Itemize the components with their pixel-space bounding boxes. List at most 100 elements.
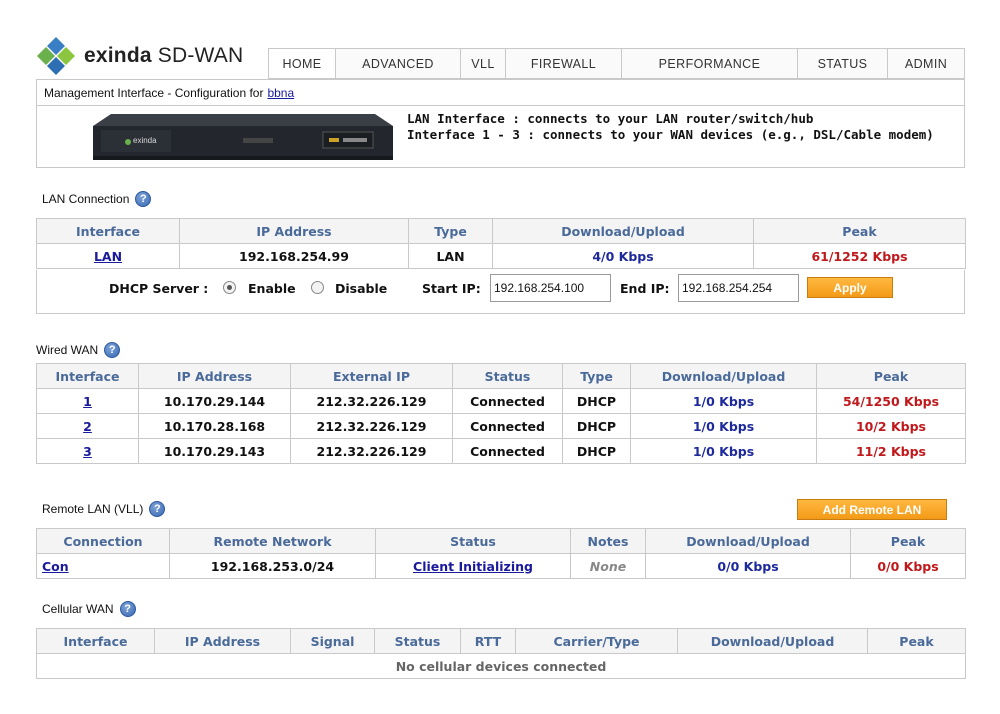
wan-interface-link[interactable]: 2: [83, 419, 92, 434]
end-ip-input[interactable]: [678, 274, 799, 302]
remote-status-link[interactable]: Client Initializing: [413, 559, 533, 574]
wan-type: DHCP: [562, 438, 631, 464]
appliance-badge: exinda: [133, 136, 157, 145]
wan-status: Connected: [452, 413, 563, 439]
tab-performance[interactable]: PERFORMANCE: [622, 49, 798, 78]
remote-notes: None: [570, 553, 646, 579]
wired-wan-table: Interface IP Address External IP Status …: [36, 363, 966, 464]
wired-col-interface: Interface: [36, 363, 139, 389]
lan-ip: 192.168.254.99: [179, 243, 409, 269]
cell-col-signal: Signal: [290, 628, 375, 654]
brand-suffix: SD-WAN: [151, 44, 244, 67]
tab-admin[interactable]: ADMIN: [888, 49, 964, 78]
wan-peak: 54/1250 Kbps: [816, 388, 966, 414]
remote-col-notes: Notes: [570, 528, 646, 554]
cellular-section-title: Cellular WAN ?: [42, 601, 136, 617]
dhcp-enable-radio[interactable]: [223, 281, 236, 294]
cell-col-carrier: Carrier/Type: [515, 628, 678, 654]
dhcp-server-row: DHCP Server : Enable Disable Start IP: E…: [36, 270, 965, 314]
remote-connection-link[interactable]: Con: [42, 559, 69, 574]
wan-interface-link[interactable]: 3: [83, 444, 92, 459]
lan-col-ip: IP Address: [179, 218, 409, 244]
tab-firewall[interactable]: FIREWALL: [506, 49, 622, 78]
lan-interface-link[interactable]: LAN: [94, 249, 122, 264]
wan-rate: 1/0 Kbps: [630, 438, 817, 464]
wan-ip: 10.170.29.143: [138, 438, 291, 464]
start-ip-label: Start IP:: [422, 281, 481, 296]
start-ip-input[interactable]: [490, 274, 611, 302]
cell-col-interface: Interface: [36, 628, 155, 654]
wired-section-title: Wired WAN ?: [36, 342, 121, 358]
wan-external-ip: 212.32.226.129: [290, 388, 453, 414]
cell-col-ip: IP Address: [154, 628, 291, 654]
apply-button[interactable]: Apply: [807, 277, 893, 298]
remote-lan-table: Connection Remote Network Status Notes D…: [36, 528, 966, 579]
table-row: 1 10.170.29.144 212.32.226.129 Connected…: [36, 388, 966, 414]
wired-help-icon[interactable]: ?: [104, 342, 121, 358]
wired-col-ip: IP Address: [138, 363, 291, 389]
wan-rate: 1/0 Kbps: [630, 388, 817, 414]
end-ip-label: End IP:: [620, 281, 670, 296]
remote-title: Remote LAN (VLL): [42, 502, 144, 516]
wired-col-type: Type: [562, 363, 631, 389]
dhcp-disable-radio[interactable]: [311, 281, 324, 294]
wan-description: Interface 1 - 3 : connects to your WAN d…: [407, 127, 934, 142]
wan-peak: 11/2 Kbps: [816, 438, 966, 464]
table-row: No cellular devices connected: [36, 653, 966, 679]
remote-col-status: Status: [375, 528, 571, 554]
cell-col-status: Status: [374, 628, 461, 654]
lan-title: LAN Connection: [42, 192, 130, 206]
table-row: 3 10.170.29.143 212.32.226.129 Connected…: [36, 438, 966, 464]
wan-status: Connected: [452, 388, 563, 414]
management-bar: Management Interface - Configuration for…: [36, 79, 965, 106]
tab-advanced[interactable]: ADVANCED: [336, 49, 461, 78]
cellular-wan-table: Interface IP Address Signal Status RTT C…: [36, 628, 966, 679]
tab-vll[interactable]: VLL: [461, 49, 506, 78]
lan-description: LAN Interface : connects to your LAN rou…: [407, 111, 814, 126]
dhcp-disable-label: Disable: [335, 281, 388, 296]
lan-col-interface: Interface: [36, 218, 180, 244]
wan-external-ip: 212.32.226.129: [290, 413, 453, 439]
cellular-help-icon[interactable]: ?: [119, 601, 136, 617]
wan-ip: 10.170.28.168: [138, 413, 291, 439]
cell-col-rate: Download/Upload: [677, 628, 868, 654]
dhcp-label: DHCP Server :: [109, 281, 209, 296]
remote-help-icon[interactable]: ?: [149, 501, 166, 517]
wan-interface-link[interactable]: 1: [83, 394, 92, 409]
wired-col-rate: Download/Upload: [630, 363, 817, 389]
wan-ip: 10.170.29.144: [138, 388, 291, 414]
cellular-title: Cellular WAN: [42, 602, 114, 616]
table-row: Con 192.168.253.0/24 Client Initializing…: [36, 553, 966, 579]
lan-rate: 4/0 Kbps: [492, 243, 754, 269]
tab-home[interactable]: HOME: [269, 49, 336, 78]
cell-col-peak: Peak: [867, 628, 966, 654]
tab-status[interactable]: STATUS: [798, 49, 888, 78]
exinda-logo-icon: [36, 36, 76, 76]
remote-rate: 0/0 Kbps: [645, 553, 851, 579]
wired-col-external-ip: External IP: [290, 363, 453, 389]
wan-type: DHCP: [562, 413, 631, 439]
lan-col-rate: Download/Upload: [492, 218, 754, 244]
wired-col-peak: Peak: [816, 363, 966, 389]
hostname-link[interactable]: bbna: [267, 86, 294, 100]
remote-network: 192.168.253.0/24: [169, 553, 376, 579]
table-row: 2 10.170.28.168 212.32.226.129 Connected…: [36, 413, 966, 439]
dhcp-enable-label: Enable: [248, 281, 296, 296]
wan-external-ip: 212.32.226.129: [290, 438, 453, 464]
lan-peak: 61/1252 Kbps: [753, 243, 966, 269]
lan-table: Interface IP Address Type Download/Uploa…: [36, 218, 966, 269]
wan-type: DHCP: [562, 388, 631, 414]
main-nav: HOME ADVANCED VLL FIREWALL PERFORMANCE S…: [268, 48, 965, 79]
wan-peak: 10/2 Kbps: [816, 413, 966, 439]
table-row: LAN 192.168.254.99 LAN 4/0 Kbps 61/1252 …: [36, 243, 966, 269]
lan-help-icon[interactable]: ?: [135, 191, 152, 207]
remote-col-network: Remote Network: [169, 528, 376, 554]
management-label: Management Interface - Configuration for: [44, 85, 264, 100]
device-panel: exinda LAN Interface : connects to your …: [36, 106, 965, 168]
wan-status: Connected: [452, 438, 563, 464]
interface-description: LAN Interface : connects to your LAN rou…: [407, 111, 934, 143]
wired-title: Wired WAN: [36, 343, 99, 357]
add-remote-lan-button[interactable]: Add Remote LAN: [797, 499, 947, 520]
remote-col-peak: Peak: [850, 528, 966, 554]
remote-col-connection: Connection: [36, 528, 170, 554]
